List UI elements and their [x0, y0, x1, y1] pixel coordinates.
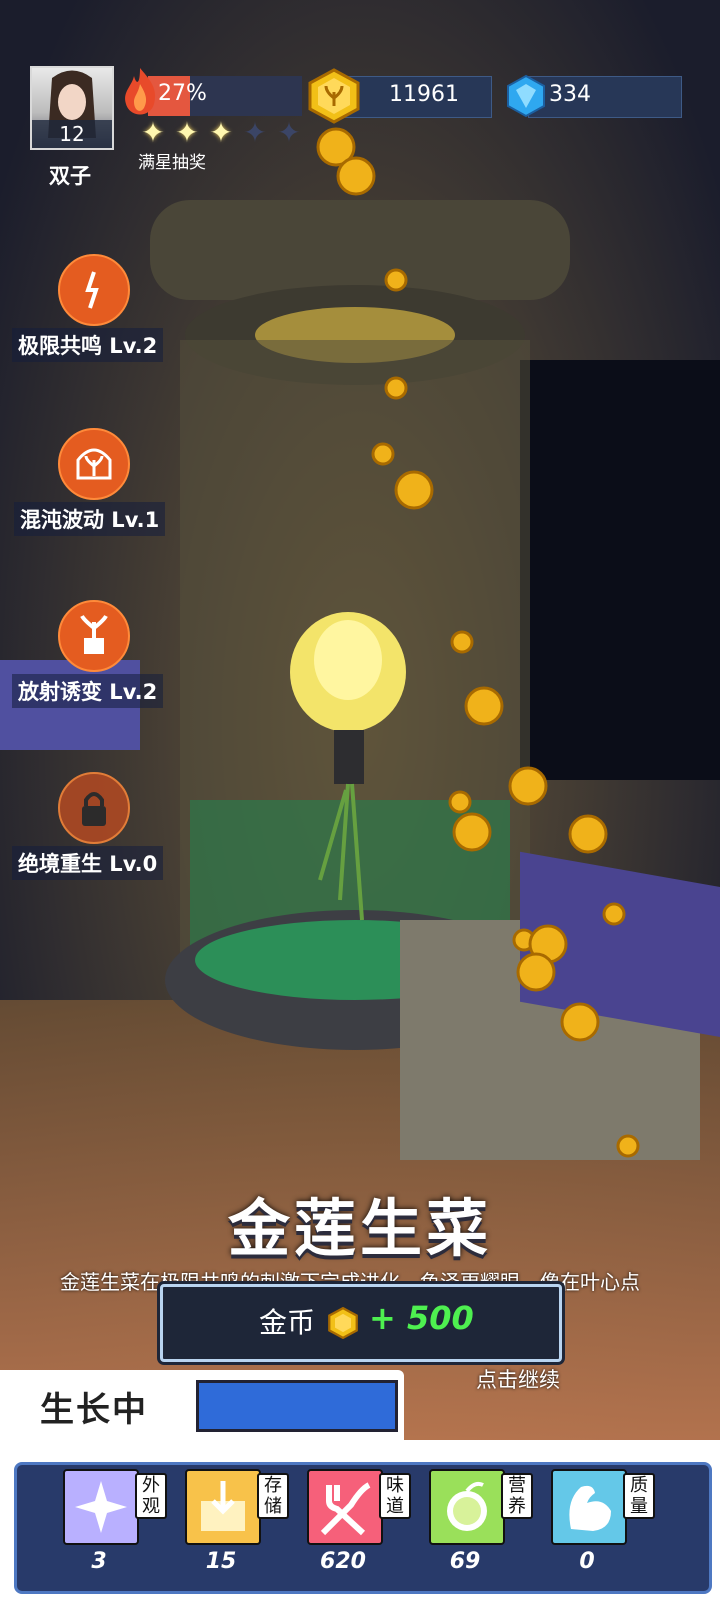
seedling-box-icon	[58, 600, 130, 672]
reward-banner: 金币 + 500	[160, 1284, 562, 1362]
full-star-lottery-label[interactable]: 满星抽奖	[138, 148, 206, 173]
stat-storage[interactable]: 存储 15	[139, 1465, 289, 1591]
muscle-icon	[551, 1469, 627, 1545]
lock-icon	[58, 772, 130, 844]
player-level: 12	[32, 120, 112, 148]
plant-title: 金莲生菜	[227, 1192, 492, 1265]
stat-nutrition[interactable]: 营养 69	[383, 1465, 533, 1591]
coin-count: 11961	[389, 82, 459, 107]
reward-label: 金币	[259, 1306, 316, 1339]
stat-appearance[interactable]: 外观 3	[17, 1465, 167, 1591]
stat-nutrition-value: 69	[449, 1549, 481, 1574]
lightning-leaf-icon	[58, 254, 130, 326]
blue-gem-icon	[507, 74, 545, 118]
skill-radiation-mutation[interactable]	[58, 600, 130, 672]
star-progress-bar[interactable]: 27%	[148, 76, 302, 116]
gold-coin-icon	[308, 68, 360, 124]
gem-count: 334	[549, 82, 591, 107]
star-rating: ✦ ✦ ✦ ✦ ✦	[138, 118, 304, 148]
skill-resonance-label: 极限共鸣 Lv.2	[12, 328, 164, 362]
stat-quality-value: 0	[579, 1549, 595, 1574]
stat-taste[interactable]: 味道 620	[261, 1465, 411, 1591]
stat-taste-value: 620	[320, 1549, 366, 1574]
tap-to-continue[interactable]: 点击继续	[476, 1364, 560, 1394]
progress-text: 27%	[158, 81, 207, 106]
growth-status-label: 生长中	[40, 1390, 148, 1430]
skill-resonance[interactable]	[58, 254, 130, 326]
reward-amount: + 500	[369, 1299, 474, 1337]
stat-storage-value: 15	[205, 1549, 237, 1574]
stat-quality[interactable]: 质量 0	[505, 1465, 655, 1591]
avatar[interactable]: 12	[30, 66, 114, 150]
fork-icon	[307, 1469, 383, 1545]
star-icon: ✦	[175, 116, 199, 149]
stats-row: 外观 3 存储 15 味道 620 营养 69 质量 0	[14, 1462, 712, 1594]
plant-dome-icon	[58, 428, 130, 500]
stat-appearance-value: 3	[91, 1549, 107, 1574]
flame-icon	[125, 68, 156, 115]
skill-chaos-wave-label: 混沌波动 Lv.1	[14, 502, 166, 536]
star-icon: ✦	[141, 116, 165, 149]
sparkle-icon	[63, 1469, 139, 1545]
star-icon: ✦	[243, 116, 267, 149]
skill-desperate-rebirth[interactable]	[58, 772, 130, 844]
lemon-icon	[429, 1469, 505, 1545]
skill-radiation-mutation-label: 放射诱变 Lv.2	[12, 674, 164, 708]
player-name: 双子	[49, 164, 91, 188]
box-icon	[185, 1469, 261, 1545]
skill-desperate-rebirth-label: 绝境重生 Lv.0	[12, 846, 164, 880]
gem-counter[interactable]: 334	[528, 76, 682, 118]
coin-icon	[328, 1307, 358, 1339]
growth-progress-bar	[196, 1380, 398, 1432]
star-icon: ✦	[277, 116, 301, 149]
skill-chaos-wave[interactable]	[58, 428, 130, 500]
stat-quality-tag: 质量	[623, 1473, 655, 1519]
star-icon: ✦	[209, 116, 233, 149]
